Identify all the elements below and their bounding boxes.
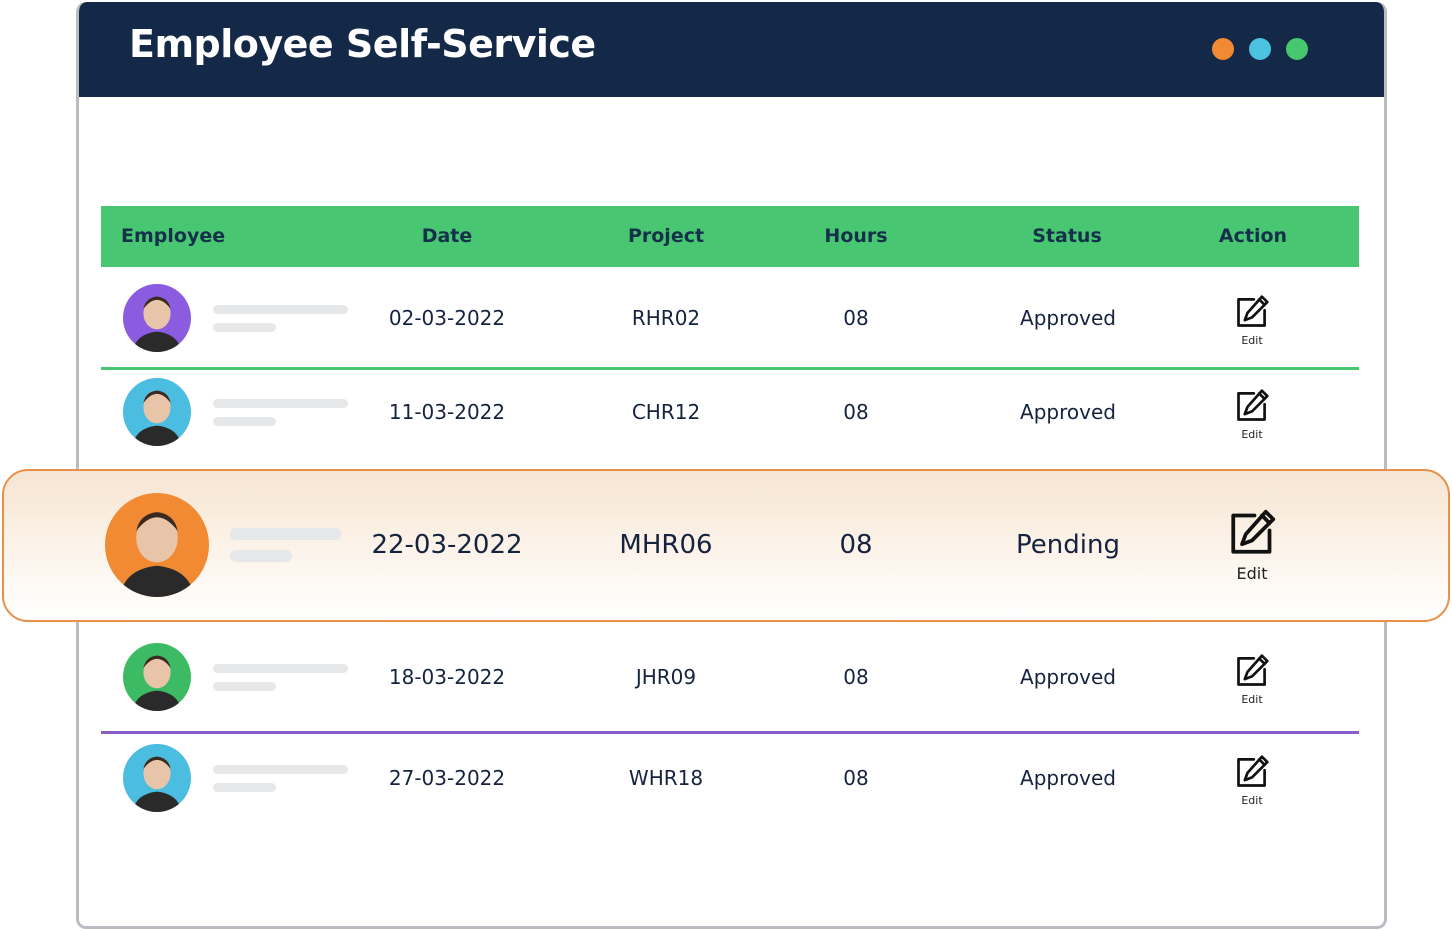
edit-button[interactable]: Edit bbox=[1234, 294, 1270, 347]
employee-avatar bbox=[123, 378, 191, 446]
project-cell: CHR12 bbox=[631, 400, 701, 424]
hours-cell: 08 bbox=[839, 530, 873, 560]
employee-avatar bbox=[123, 744, 191, 812]
date-cell: 02-03-2022 bbox=[388, 306, 506, 330]
project-cell: JHR09 bbox=[635, 665, 697, 689]
edit-icon bbox=[1234, 754, 1270, 790]
status-cell: Approved bbox=[1020, 665, 1116, 689]
employee-avatar bbox=[123, 643, 191, 711]
edit-label: Edit bbox=[1241, 693, 1263, 706]
employee-name-placeholder bbox=[230, 528, 341, 540]
table-row-highlighted[interactable]: 22-03-2022 MHR06 08 Pending Edit bbox=[2, 469, 1450, 622]
edit-label: Edit bbox=[1241, 428, 1263, 441]
employee-id-placeholder bbox=[213, 783, 276, 792]
hours-cell: 08 bbox=[843, 306, 869, 330]
employee-id-placeholder bbox=[213, 682, 276, 691]
edit-icon bbox=[1234, 653, 1270, 689]
column-header-project[interactable]: Project bbox=[628, 206, 704, 267]
row-separator bbox=[101, 367, 1359, 370]
table-header: Employee Date Project Hours Status Actio… bbox=[101, 206, 1359, 267]
hours-cell: 08 bbox=[843, 400, 869, 424]
status-cell: Approved bbox=[1020, 766, 1116, 790]
edit-icon bbox=[1227, 508, 1277, 558]
edit-button[interactable]: Edit bbox=[1234, 653, 1270, 706]
project-cell: MHR06 bbox=[619, 530, 713, 560]
project-cell: RHR02 bbox=[631, 306, 701, 330]
status-cell: Approved bbox=[1020, 306, 1116, 330]
status-cell: Pending bbox=[1016, 530, 1120, 560]
employee-id-placeholder bbox=[213, 323, 276, 332]
hours-cell: 08 bbox=[843, 766, 869, 790]
status-cell: Approved bbox=[1020, 400, 1116, 424]
column-header-employee[interactable]: Employee bbox=[121, 206, 225, 267]
project-cell: WHR18 bbox=[628, 766, 704, 790]
edit-icon bbox=[1234, 294, 1270, 330]
employee-avatar bbox=[123, 284, 191, 352]
date-cell: 11-03-2022 bbox=[388, 400, 506, 424]
column-header-action[interactable]: Action bbox=[1219, 206, 1287, 267]
edit-label: Edit bbox=[1236, 564, 1268, 583]
employee-id-placeholder bbox=[213, 417, 276, 426]
window-control-blue-dot[interactable] bbox=[1249, 38, 1271, 60]
employee-name-placeholder bbox=[213, 765, 348, 774]
column-header-date[interactable]: Date bbox=[422, 206, 473, 267]
employee-name-placeholder bbox=[213, 664, 348, 673]
edit-button[interactable]: Edit bbox=[1227, 508, 1277, 583]
edit-button[interactable]: Edit bbox=[1234, 754, 1270, 807]
row-separator bbox=[101, 731, 1359, 734]
edit-label: Edit bbox=[1241, 334, 1263, 347]
hours-cell: 08 bbox=[843, 665, 869, 689]
date-cell: 22-03-2022 bbox=[371, 530, 523, 560]
date-cell: 18-03-2022 bbox=[388, 665, 506, 689]
employee-id-placeholder bbox=[230, 550, 292, 562]
window-control-green-dot[interactable] bbox=[1286, 38, 1308, 60]
edit-label: Edit bbox=[1241, 794, 1263, 807]
employee-name-placeholder bbox=[213, 305, 348, 314]
column-header-status[interactable]: Status bbox=[1032, 206, 1102, 267]
employee-name-placeholder bbox=[213, 399, 348, 408]
edit-button[interactable]: Edit bbox=[1234, 388, 1270, 441]
employee-avatar bbox=[105, 493, 209, 597]
date-cell: 27-03-2022 bbox=[388, 766, 506, 790]
app-title: Employee Self-Service bbox=[129, 22, 596, 66]
window-control-orange-dot[interactable] bbox=[1212, 38, 1234, 60]
title-bar: Employee Self-Service bbox=[79, 2, 1384, 97]
edit-icon bbox=[1234, 388, 1270, 424]
column-header-hours[interactable]: Hours bbox=[824, 206, 887, 267]
